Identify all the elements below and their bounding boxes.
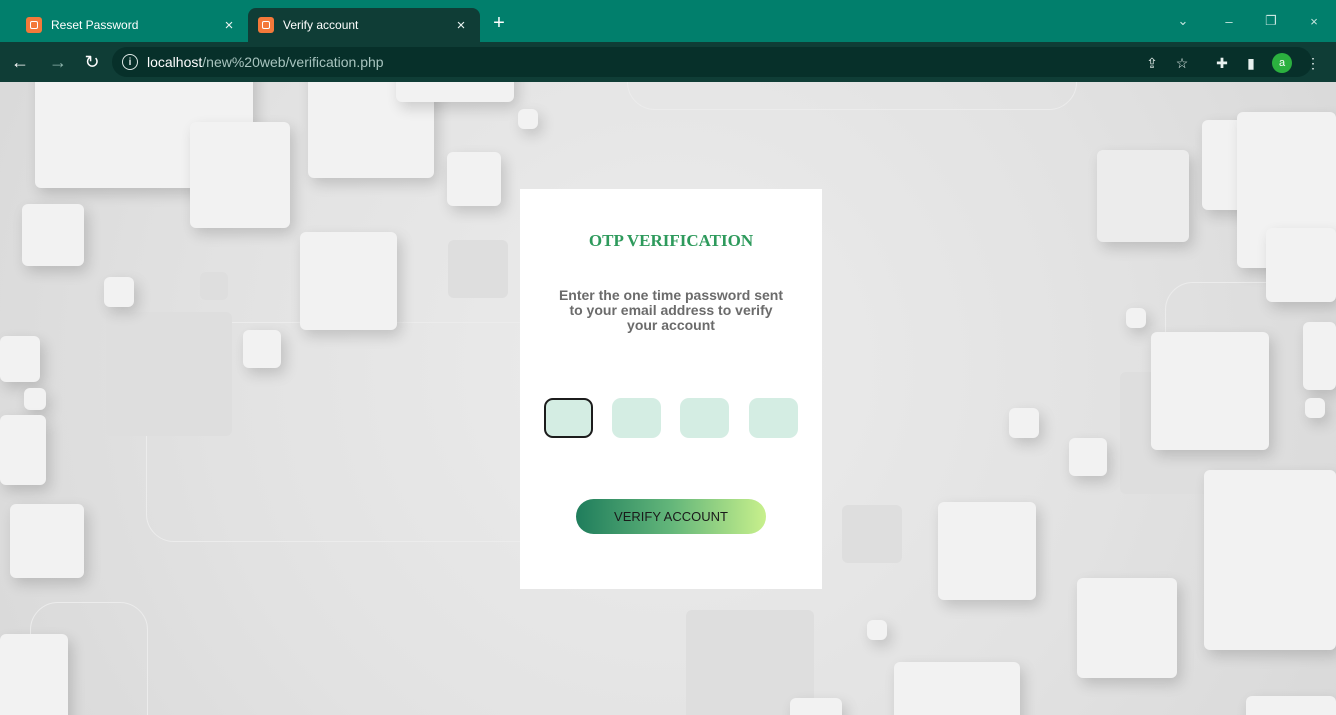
page-viewport: OTP VERIFICATION Enter the one time pass… (0, 82, 1336, 715)
back-arrow-icon[interactable]: ← (8, 50, 32, 74)
background-decoration (106, 312, 232, 436)
background-decoration (790, 698, 842, 715)
background-decoration (0, 336, 40, 382)
background-decoration (300, 232, 397, 330)
new-tab-button[interactable]: + (486, 10, 512, 36)
background-decoration (0, 415, 46, 485)
tab-verify-account[interactable]: Verify account × (248, 8, 480, 42)
tab-reset-password[interactable]: Reset Password × (16, 8, 248, 42)
card-title: OTP VERIFICATION (588, 231, 754, 250)
background-decoration (1009, 408, 1039, 438)
background-decoration (1126, 308, 1146, 328)
forward-arrow-icon[interactable]: → (46, 50, 70, 74)
otp-digit-input-3[interactable] (680, 398, 729, 438)
site-info-icon[interactable]: i (122, 54, 138, 70)
background-decoration (1246, 696, 1336, 715)
share-icon[interactable]: ⇪ (1142, 53, 1162, 73)
background-decoration (22, 204, 84, 266)
background-decoration (104, 277, 134, 307)
browser-tab-strip: Reset Password × Verify account × + ⌄ – … (0, 0, 1336, 42)
extensions-puzzle-icon[interactable]: ✚ (1212, 53, 1232, 73)
background-decoration (1305, 398, 1325, 418)
xampp-favicon-icon (26, 17, 42, 33)
browser-toolbar: ← → ↻ i localhost/new%20web/verification… (0, 42, 1336, 82)
background-decoration (0, 634, 68, 715)
otp-digit-input-2[interactable] (612, 398, 661, 438)
background-decoration (627, 82, 1077, 110)
background-decoration (200, 272, 228, 300)
profile-avatar[interactable]: a (1272, 53, 1292, 73)
background-decoration (243, 330, 281, 368)
window-close-button[interactable]: × (1297, 8, 1331, 34)
restore-button[interactable]: ❐ (1254, 8, 1288, 34)
background-decoration (894, 662, 1020, 715)
background-decoration (1077, 578, 1177, 678)
tab-search-chevron-icon[interactable]: ⌄ (1166, 8, 1200, 34)
url-host: localhost (147, 54, 203, 70)
background-decoration (1097, 150, 1189, 242)
background-decoration (1303, 322, 1336, 390)
background-decoration (1069, 438, 1107, 476)
address-bar[interactable]: i localhost/new%20web/verification.php (112, 47, 1312, 77)
tab-title: Reset Password (51, 18, 139, 32)
side-panel-icon[interactable]: ▮ (1241, 53, 1261, 73)
tab-title: Verify account (283, 18, 359, 32)
background-decoration (447, 152, 501, 206)
background-decoration (1266, 228, 1336, 302)
otp-digit-input-1[interactable] (544, 398, 593, 438)
close-icon[interactable]: × (220, 16, 238, 34)
background-decoration (396, 82, 514, 102)
background-decoration (1151, 332, 1269, 450)
background-decoration (10, 504, 84, 578)
bookmark-star-icon[interactable]: ☆ (1172, 53, 1192, 73)
url-path: /new%20web/verification.php (202, 54, 384, 70)
xampp-favicon-icon (258, 17, 274, 33)
background-decoration (190, 122, 290, 228)
verify-account-button[interactable]: VERIFY ACCOUNT (576, 499, 766, 534)
otp-verification-card: OTP VERIFICATION Enter the one time pass… (520, 189, 822, 589)
otp-digit-input-4[interactable] (749, 398, 798, 438)
minimize-button[interactable]: – (1212, 8, 1246, 34)
background-decoration (1204, 470, 1336, 650)
background-decoration (518, 109, 538, 129)
card-description: Enter the one time password sent to your… (558, 287, 784, 333)
menu-kebab-icon[interactable]: ⋮ (1303, 53, 1323, 73)
background-decoration (938, 502, 1036, 600)
background-decoration (867, 620, 887, 640)
reload-icon[interactable]: ↻ (80, 50, 104, 74)
background-decoration (842, 505, 902, 563)
background-decoration (24, 388, 46, 410)
close-icon[interactable]: × (452, 16, 470, 34)
background-decoration (448, 240, 508, 298)
